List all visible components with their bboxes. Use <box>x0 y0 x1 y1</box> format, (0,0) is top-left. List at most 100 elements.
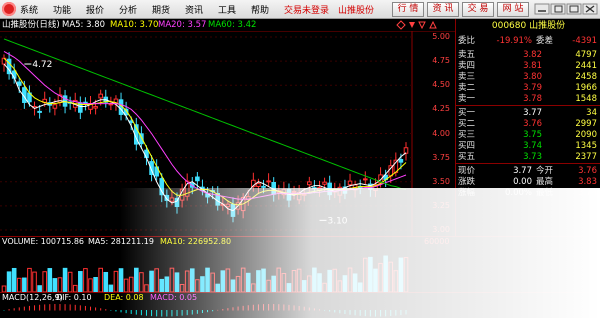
macd-chart[interactable] <box>0 302 455 318</box>
buy-level-row[interactable]: 买五 3.73 2377 <box>456 152 600 163</box>
volume-bar <box>62 267 68 292</box>
ma10-label: MA10: 3.70 <box>110 20 159 30</box>
volume-bar <box>225 268 231 292</box>
volume-bar <box>337 280 343 292</box>
macd-bar <box>3 310 5 311</box>
buy-level-row[interactable]: 买一 3.77 34 <box>456 108 600 119</box>
quote-summary-row[interactable]: 涨幅 0.00% 最低 3.74 <box>456 188 600 199</box>
quote-summary-row[interactable]: 涨跌 0.00 最高 3.83 <box>456 177 600 188</box>
volume-bar <box>88 278 93 292</box>
volume-bar <box>118 268 124 292</box>
price-tick-label: 3.75 <box>432 152 450 162</box>
diamond-icon[interactable] <box>396 20 406 30</box>
volume-bar <box>286 283 292 292</box>
sell-level-row[interactable]: 卖四 3.81 2441 <box>456 61 600 72</box>
order-book-divider <box>456 105 600 106</box>
wei-cha-value: -4391 <box>572 36 597 46</box>
menu-quote[interactable]: 报价 <box>86 3 104 16</box>
volume-bar <box>123 278 129 292</box>
summary-label-2: 最高 <box>536 177 554 187</box>
menu-help[interactable]: 帮助 <box>251 3 269 16</box>
menu-tools[interactable]: 工具 <box>218 3 236 16</box>
macd-bar <box>217 309 219 311</box>
volume-bar <box>78 271 83 292</box>
macd-bar <box>288 304 290 311</box>
menu-news[interactable]: 资讯 <box>185 3 203 16</box>
wei-bi-row[interactable]: 委比 -19.91% 委差 -4391 <box>456 36 600 47</box>
volume-bar <box>189 268 195 292</box>
buy-volume: 2090 <box>575 130 597 140</box>
macd-bar <box>39 304 41 311</box>
buy-price: 3.77 <box>523 108 542 118</box>
macd-bar <box>145 310 147 316</box>
volume-bar <box>179 283 185 292</box>
stock-name-link[interactable]: 山推股份 <box>338 3 374 16</box>
kline-chart[interactable]: 4.72 3.10 <box>0 31 455 236</box>
quote-summary-row[interactable]: 现价 3.77 今开 3.76 <box>456 166 600 177</box>
macd-bar <box>405 310 407 315</box>
volume-bar <box>210 272 215 292</box>
nav-website-button[interactable]: 网 站 <box>497 2 529 17</box>
volume-bar <box>159 278 165 292</box>
macd-bar <box>283 304 285 311</box>
nav-news-button[interactable]: 资 讯 <box>427 2 459 17</box>
volume-bar <box>256 270 261 292</box>
macd-bar <box>380 310 382 317</box>
volume-bar <box>174 272 180 292</box>
triangle-down-icon[interactable] <box>409 22 415 28</box>
volume-bar <box>47 268 53 292</box>
macd-bar <box>84 305 86 311</box>
candle-body <box>322 181 327 185</box>
macd-bar <box>359 310 361 316</box>
nav-quote-button[interactable]: 行 情 <box>392 2 424 17</box>
menu-futures[interactable]: 期货 <box>152 3 170 16</box>
menu-function[interactable]: 功能 <box>53 3 71 16</box>
volume-bar <box>261 268 266 292</box>
buy-level-row[interactable]: 买三 3.75 2090 <box>456 130 600 141</box>
volume-bar <box>271 275 276 292</box>
macd-bar <box>151 310 153 317</box>
sell-level-row[interactable]: 卖三 3.80 2458 <box>456 72 600 83</box>
sell-volume: 1548 <box>575 94 597 104</box>
volume-bar <box>266 279 271 292</box>
trade-login-link[interactable]: 交易未登录 <box>284 3 329 16</box>
candle-body <box>312 187 317 190</box>
sell-level-row[interactable]: 卖一 3.78 1548 <box>456 94 600 105</box>
macd-bar <box>395 310 397 316</box>
summary-label-2: 今开 <box>536 166 554 176</box>
summary-value-2: 3.76 <box>578 166 597 176</box>
macd-bar <box>115 310 117 312</box>
sell-volume: 1966 <box>575 83 597 93</box>
buy-level-row[interactable]: 买二 3.76 2997 <box>456 119 600 130</box>
candle-body <box>256 183 261 187</box>
buy-level-label: 买二 <box>458 119 476 129</box>
triangle-outline-icon[interactable] <box>418 21 426 30</box>
sell-level-row[interactable]: 卖二 3.79 1966 <box>456 83 600 94</box>
chart-nav-icons <box>396 20 437 30</box>
volume-bar <box>52 278 58 292</box>
menu-system[interactable]: 系统 <box>20 3 38 16</box>
volume-chart[interactable] <box>0 246 455 292</box>
menu-analysis[interactable]: 分析 <box>119 3 137 16</box>
volume-bar <box>357 282 363 292</box>
app-logo-icon[interactable] <box>2 2 16 16</box>
nav-trade-button[interactable]: 交 易 <box>462 2 494 17</box>
candle-body <box>225 203 231 208</box>
buy-level-row[interactable]: 买四 3.74 1345 <box>456 141 600 152</box>
sell-level-row[interactable]: 卖五 3.82 4797 <box>456 50 600 61</box>
volume-bar <box>220 270 226 292</box>
sell-volume: 2458 <box>575 72 597 82</box>
candle-body <box>52 104 58 109</box>
volume-bar <box>93 276 98 292</box>
minimize-button[interactable] <box>534 3 550 15</box>
volume-bar <box>6 271 12 292</box>
macd-bar <box>400 310 402 316</box>
volume-bar <box>169 267 175 292</box>
volume-bar <box>32 271 37 292</box>
volume-bar <box>347 267 353 292</box>
triangle-up-icon[interactable] <box>429 20 437 29</box>
macd-bar <box>54 304 56 311</box>
volume-bar <box>276 267 282 292</box>
candle-body <box>159 178 165 196</box>
price-tick-label: 3.25 <box>432 200 450 210</box>
